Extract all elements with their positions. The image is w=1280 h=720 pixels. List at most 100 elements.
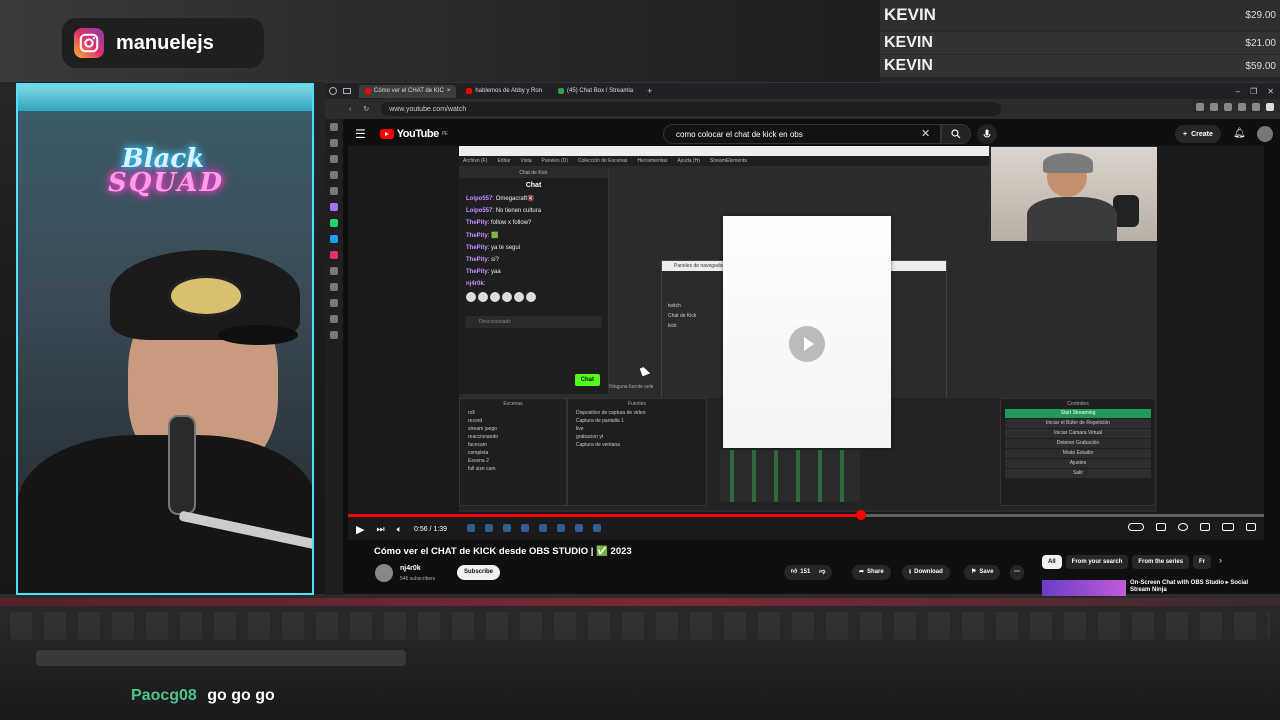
tab-youtube-2[interactable]: hablemos de Abby y Ron [460,85,548,98]
maximize-icon[interactable]: ❐ [1250,87,1257,96]
browser-menu-icon[interactable] [329,87,337,95]
captions-icon[interactable] [1156,523,1166,531]
thumbs-down-icon[interactable]: 👎︎ [819,565,825,580]
save-button[interactable]: ⚑ Save [964,565,1001,580]
instagram-sidebar-icon[interactable] [330,251,338,259]
scene-item: roll [468,410,475,416]
share-button[interactable]: ➦ Share [852,565,891,580]
blurred-taskbar [10,612,1270,640]
tab-label: (45) Chat Box / Streamla [567,88,634,94]
reload-icon[interactable]: ↻ [363,105,369,113]
whatsapp-icon[interactable] [330,219,338,227]
theater-mode-icon[interactable] [1222,523,1234,531]
source-item: grabacion yt [576,434,604,440]
play-icon[interactable]: ▶ [356,523,364,536]
download-button[interactable]: ⭳ Download [902,565,950,580]
donation-list: KEVIN $29.00 KEVIN $21.00 KEVIN $59.00 [880,0,1280,78]
source-item: live [576,426,584,432]
sidebar-app-icon[interactable] [330,139,338,147]
chat-send-button[interactable]: Chat [574,374,600,386]
create-label: Create [1191,130,1213,138]
search-icon [951,129,961,139]
center-play-icon[interactable] [789,326,825,362]
notifications-bell-icon[interactable]: 🔔︎ [1233,128,1246,139]
history-icon[interactable] [330,315,338,323]
youtube-header: ☰ YouTube PE como colocar el chat de kic… [343,119,1280,149]
miniplayer-icon[interactable] [1200,523,1210,531]
browser-sidebar [325,119,343,595]
donor-name: KEVIN [884,57,933,74]
download-label: Download [914,569,943,575]
subscriber-count: 546 subscribers [400,576,436,582]
kick-chat-dock: Chat de Kick Chat Loipo557: Omegacraft🔇 … [459,168,609,394]
control-button: Detener Grabación [1005,439,1151,448]
more-actions-icon[interactable]: ⋯ [1010,565,1024,580]
volume-icon[interactable]: 🔈︎ [397,524,402,535]
search-input[interactable]: como colocar el chat de kick en obs [663,124,941,144]
sidebar-app-icon[interactable] [330,187,338,195]
chat-message: ThePity: sí? [466,257,500,263]
tiktok-icon[interactable] [330,267,338,275]
extension-icon[interactable] [1238,103,1246,111]
recommended-thumbnail[interactable] [1042,580,1126,596]
extension-icon[interactable] [1210,103,1218,111]
voice-search-button[interactable] [977,124,997,144]
scene-item: Escena 2 [468,458,489,464]
share-icon: ➦ [859,569,865,575]
chip-all[interactable]: All [1042,555,1062,569]
control-button: Salir [1005,469,1151,478]
obs-menu-item: Herramientas [637,158,668,164]
chip-from-search[interactable]: From your search [1065,555,1129,569]
sidebar-app-icon[interactable] [330,155,338,163]
profile-icon[interactable] [1266,103,1274,111]
twitch-icon[interactable] [330,203,338,211]
channel-avatar[interactable] [375,564,393,582]
minimize-icon[interactable]: – [1236,87,1240,96]
channel-name[interactable]: nj4r0k [400,565,421,572]
tab-chatbox[interactable]: (45) Chat Box / Streamla [552,85,639,98]
subscribe-button[interactable]: Subscribe [457,565,501,580]
tab-close-icon[interactable]: × [447,88,451,94]
chat-text: sí? [491,257,500,263]
donation-row: KEVIN $59.00 [880,55,1280,77]
chat-message: ThePity: yaa [466,269,501,275]
chat-user: ThePity [466,220,488,226]
recommendation-chips: All From your search From the series Fr … [1042,555,1222,569]
extension-icon[interactable] [1224,103,1232,111]
extension-icon[interactable] [1196,103,1204,111]
sidebar-app-icon[interactable] [330,171,338,179]
neon-light [18,85,312,111]
next-icon[interactable]: ⏭ [376,524,384,535]
settings-icon[interactable] [330,331,338,339]
youtube-play-icon [379,129,394,139]
create-button[interactable]: + Create [1175,125,1221,143]
video-player[interactable]: Archivo (F) Editar Vista Paneles (D) Col… [348,146,1264,540]
chip-more[interactable]: Fr [1193,555,1212,569]
window-close-icon[interactable]: ✕ [1267,87,1274,96]
chip-from-series[interactable]: From the series [1132,555,1190,569]
tab-youtube-video[interactable]: Cómo ver el CHAT de KIC × [359,84,457,98]
tab-search-icon[interactable] [343,88,351,94]
emote-icon [526,292,536,302]
audio-mixer-meters [720,450,860,502]
telegram-icon[interactable] [330,235,338,243]
extension-icon[interactable] [1252,103,1260,111]
settings-gear-icon[interactable] [1178,523,1188,531]
fullscreen-icon[interactable] [1246,523,1256,531]
control-button: Modo Estudio [1005,449,1151,458]
youtube-logo[interactable]: YouTube PE [379,128,448,140]
sidebar-app-icon[interactable] [330,123,338,131]
sidebar-app-icon[interactable] [330,299,338,307]
like-button[interactable]: 👍︎ 151 👎︎ [784,565,833,580]
chevron-right-icon[interactable]: › [1219,555,1222,569]
back-arrow-icon[interactable]: ‹ [349,106,351,113]
search-button[interactable] [941,124,971,144]
new-tab-plus-icon[interactable]: + [647,86,652,96]
autoplay-toggle-icon[interactable] [1128,523,1144,531]
x-twitter-icon[interactable] [330,283,338,291]
clear-search-icon[interactable]: ✕ [921,127,930,140]
url-field[interactable]: www.youtube.com/watch [381,102,1002,116]
account-avatar[interactable] [1257,126,1273,142]
recommended-title[interactable]: On-Screen Chat with OBS Studio ▸ Social … [1130,580,1250,594]
menu-icon[interactable]: ☰ [355,127,366,141]
